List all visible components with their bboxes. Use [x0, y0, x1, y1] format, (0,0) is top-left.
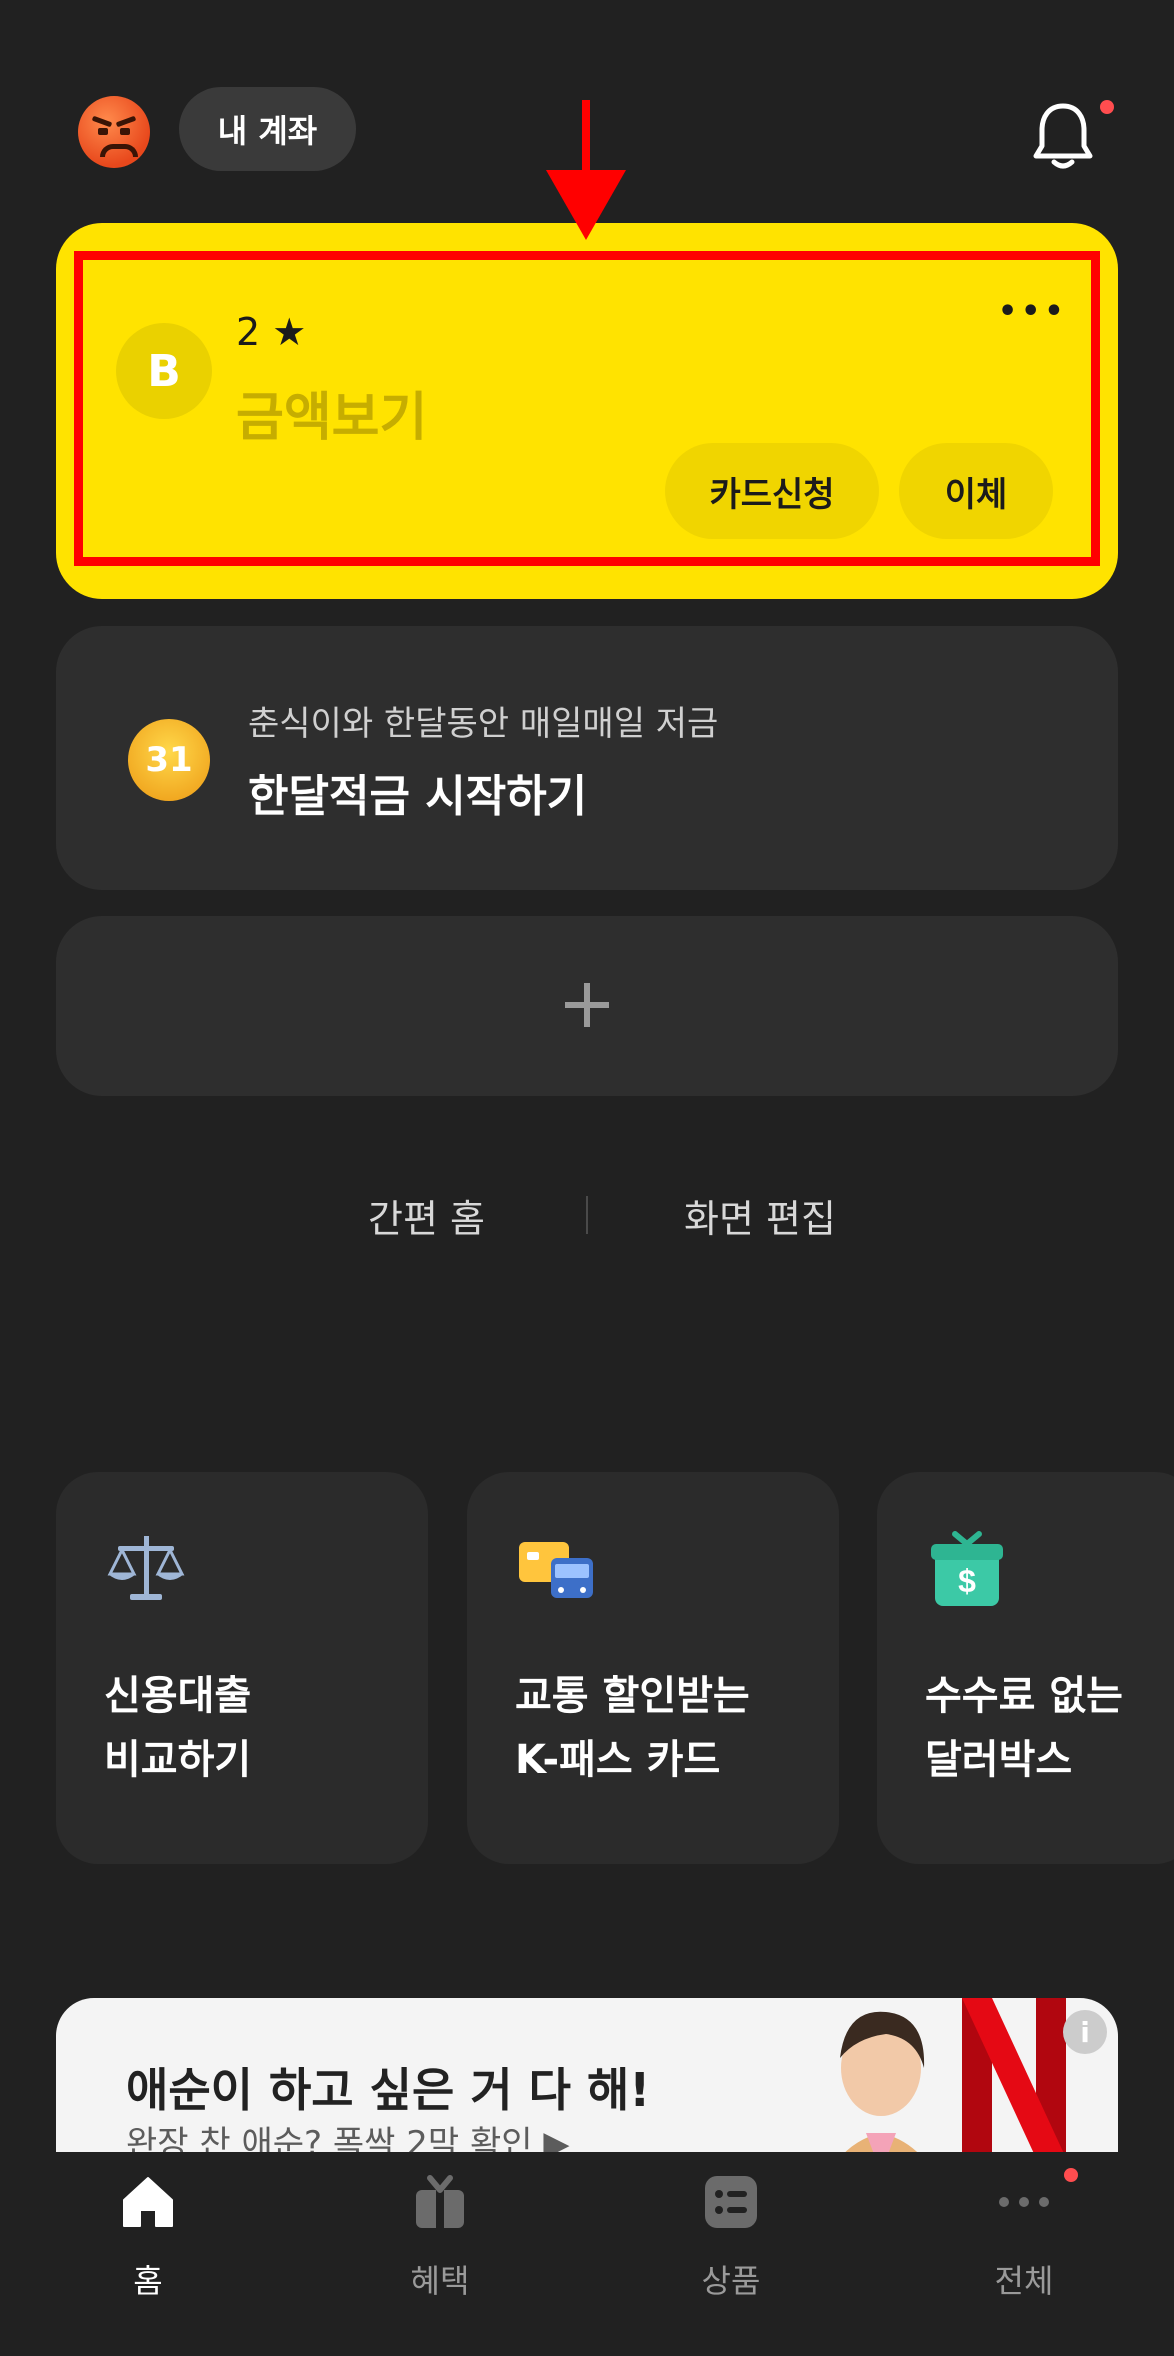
- bank-logo-letter: B: [147, 345, 181, 397]
- plus-icon: [565, 983, 609, 1027]
- bank-logo-icon: B: [116, 323, 212, 419]
- product-line1: 수수료 없는: [925, 1673, 1123, 1719]
- angry-face-icon[interactable]: [78, 96, 150, 168]
- product-line2: 비교하기: [104, 1737, 252, 1783]
- card-bus-icon: [519, 1542, 593, 1598]
- nav-benefit-label: 혜택: [410, 2262, 470, 2300]
- edit-screen-link[interactable]: 화면 편집: [684, 1188, 836, 1243]
- nav-home-label: 홈: [133, 2262, 163, 2300]
- savings-subtitle: 춘식이와 한달동안 매일매일 저금: [248, 704, 719, 744]
- transfer-button[interactable]: 이체: [899, 443, 1053, 539]
- nav-product-label: 상품: [701, 2262, 761, 2300]
- simple-home-link[interactable]: 간편 홈: [368, 1188, 485, 1243]
- nav-all-label: 전체: [994, 2262, 1054, 2300]
- product-line1: 신용대출: [104, 1673, 252, 1719]
- product-line2: 달러박스: [925, 1737, 1073, 1783]
- gift-icon: [416, 2175, 464, 2228]
- nav-benefit[interactable]: 혜택: [350, 2172, 530, 2300]
- gift-dollar-icon: $: [931, 1531, 1003, 1606]
- savings-title: 한달적금 시작하기: [248, 771, 588, 822]
- home-icon: [123, 2177, 173, 2227]
- more-icon: [999, 2197, 1049, 2207]
- nav-all-badge: [1064, 2168, 1078, 2182]
- svg-text:$: $: [958, 1563, 976, 1599]
- link-divider: [586, 1196, 588, 1234]
- savings-promo-card[interactable]: [56, 626, 1118, 890]
- card-apply-button[interactable]: 카드신청: [665, 443, 879, 539]
- notification-badge: [1100, 100, 1114, 114]
- banner-title: 애순이 하고 싶은 거 다 해!: [126, 2063, 651, 2117]
- nav-product[interactable]: 상품: [641, 2172, 821, 2300]
- scale-icon: [107, 1536, 185, 1600]
- show-balance-button[interactable]: 금액보기: [236, 375, 427, 450]
- savings-icon-label: 31: [145, 740, 193, 780]
- product-line2: K-패스 카드: [515, 1737, 721, 1783]
- product-line1: 교통 할인받는: [515, 1673, 750, 1719]
- my-account-button[interactable]: 내 계좌: [179, 87, 356, 171]
- nav-all[interactable]: 전체: [934, 2172, 1114, 2300]
- more-horizontal-icon[interactable]: •••: [998, 294, 1068, 329]
- red-arrow-annotation: [546, 100, 626, 240]
- product-card-credit-loan[interactable]: 신용대출 비교하기: [56, 1472, 428, 1864]
- product-card-kpass[interactable]: 교통 할인받는 K-패스 카드: [467, 1472, 839, 1864]
- product-card-dollar-box[interactable]: $ 수수료 없는 달러박스: [877, 1472, 1174, 1864]
- nav-home[interactable]: 홈: [58, 2172, 238, 2300]
- bell-icon[interactable]: [1030, 100, 1096, 172]
- info-icon[interactable]: i: [1063, 2010, 1107, 2054]
- list-icon: [705, 2176, 757, 2228]
- savings-31-icon: 31: [128, 719, 210, 801]
- account-name: 2 ★: [236, 310, 307, 354]
